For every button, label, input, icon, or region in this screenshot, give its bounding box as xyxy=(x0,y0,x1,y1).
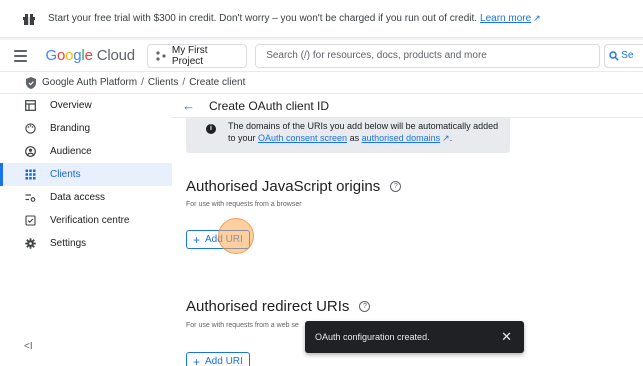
google-cloud-logo[interactable]: Google Cloud xyxy=(45,47,135,64)
logo-google-text: Google xyxy=(45,47,93,64)
search-input[interactable]: Search (/) for resources, docs, products… xyxy=(255,43,601,68)
help-icon[interactable]: ? xyxy=(359,301,371,312)
back-arrow-icon[interactable]: ← xyxy=(182,98,195,113)
redirect-uris-heading: Authorised redirect URIs ? xyxy=(186,298,371,315)
trial-banner: Start your free trial with $300 in credi… xyxy=(0,0,643,38)
add-uri-label: Add URI xyxy=(205,356,243,366)
redirect-uris-title: Authorised redirect URIs xyxy=(186,298,350,315)
sidebar-item-data-access[interactable]: Data access xyxy=(0,186,172,209)
sidebar-item-audience[interactable]: Audience xyxy=(0,140,172,163)
learn-more-link[interactable]: Learn more xyxy=(480,13,531,24)
breadcrumb-separator: / xyxy=(182,77,186,88)
sidebar-item-label: Branding xyxy=(50,123,91,134)
search-icon xyxy=(609,50,619,61)
plus-icon: + xyxy=(193,232,201,247)
shield-icon xyxy=(24,76,38,90)
project-name: My First Project xyxy=(171,44,208,67)
sidebar-item-label: Overview xyxy=(50,100,92,111)
oauth-consent-screen-link[interactable]: OAuth consent screen xyxy=(258,133,347,143)
person-icon xyxy=(24,146,36,158)
sidebar-item-verification-centre[interactable]: Verification centre xyxy=(0,209,172,232)
sidebar-item-label: Audience xyxy=(50,146,92,157)
search-placeholder: Search (/) for resources, docs, products… xyxy=(266,50,487,61)
js-origins-heading: Authorised JavaScript origins ? xyxy=(186,178,402,195)
page-title: Create OAuth client ID xyxy=(209,98,330,113)
info-text-prefix: to your xyxy=(228,133,259,143)
dashboard-icon xyxy=(24,100,36,112)
breadcrumb-item-create-client: Create client xyxy=(189,77,246,88)
click-indicator xyxy=(218,218,254,254)
search-button[interactable]: Se xyxy=(604,43,643,68)
page: Start your free trial with $300 in credi… xyxy=(0,0,643,366)
tune-icon xyxy=(24,192,36,204)
palette-icon xyxy=(24,123,36,135)
sidebar-item-branding[interactable]: Branding xyxy=(0,117,172,140)
hamburger-menu-icon[interactable] xyxy=(14,49,28,62)
info-notice: i The domains of the URIs you add below … xyxy=(186,118,510,153)
sidebar: Overview Branding Audience Clients Data … xyxy=(0,94,172,366)
sidebar-item-label: Clients xyxy=(50,169,81,180)
project-icon xyxy=(156,50,166,61)
external-link-icon: ↗ xyxy=(442,133,450,143)
top-header: Google Cloud My First Project Search (/)… xyxy=(0,40,643,72)
sidebar-item-clients[interactable]: Clients xyxy=(0,163,172,186)
breadcrumb-item-auth-platform[interactable]: Google Auth Platform xyxy=(42,77,137,88)
gear-icon xyxy=(24,238,36,250)
sidebar-item-label: Verification centre xyxy=(50,215,130,226)
authorised-domains-link[interactable]: authorised domains xyxy=(362,133,441,143)
project-picker-button[interactable]: My First Project xyxy=(146,43,248,68)
info-line-2: to your OAuth consent screen as authoris… xyxy=(228,132,502,144)
plus-icon: + xyxy=(193,354,201,366)
collapse-sidebar-button[interactable]: <I xyxy=(24,341,33,352)
toast-message: OAuth configuration created. xyxy=(315,332,430,342)
breadcrumb-item-clients[interactable]: Clients xyxy=(148,77,179,88)
sidebar-item-label: Data access xyxy=(50,192,106,203)
add-redirect-uri-button[interactable]: + Add URI xyxy=(186,352,250,366)
info-text-mid: as xyxy=(347,133,362,143)
breadcrumb: Google Auth Platform / Clients / Create … xyxy=(0,72,643,94)
sidebar-item-label: Settings xyxy=(50,238,87,249)
sidebar-item-overview[interactable]: Overview xyxy=(0,94,172,117)
search-button-label: Se xyxy=(621,50,634,61)
close-icon[interactable]: ✕ xyxy=(501,329,512,345)
gift-icon xyxy=(22,12,36,26)
js-origins-subtitle: For use with requests from a browser xyxy=(186,201,302,208)
sidebar-item-settings[interactable]: Settings xyxy=(0,232,172,255)
check-box-icon xyxy=(24,215,36,227)
page-header: ← Create OAuth client ID xyxy=(172,94,643,118)
logo-cloud-text: Cloud xyxy=(96,47,135,64)
snackbar-toast: OAuth configuration created. ✕ xyxy=(305,321,524,353)
info-line-1: The domains of the URIs you add below wi… xyxy=(228,121,499,131)
breadcrumb-separator: / xyxy=(141,77,144,88)
external-link-icon: ↗ xyxy=(533,13,541,23)
help-icon[interactable]: ? xyxy=(390,181,402,192)
js-origins-title: Authorised JavaScript origins xyxy=(186,178,381,195)
trial-text: Start your free trial with $300 in credi… xyxy=(48,13,478,24)
redirect-uris-subtitle: For use with requests from a web se xyxy=(186,322,299,329)
info-text-suffix: . xyxy=(449,133,453,143)
grid-icon xyxy=(24,169,36,181)
info-icon: i xyxy=(206,124,216,134)
